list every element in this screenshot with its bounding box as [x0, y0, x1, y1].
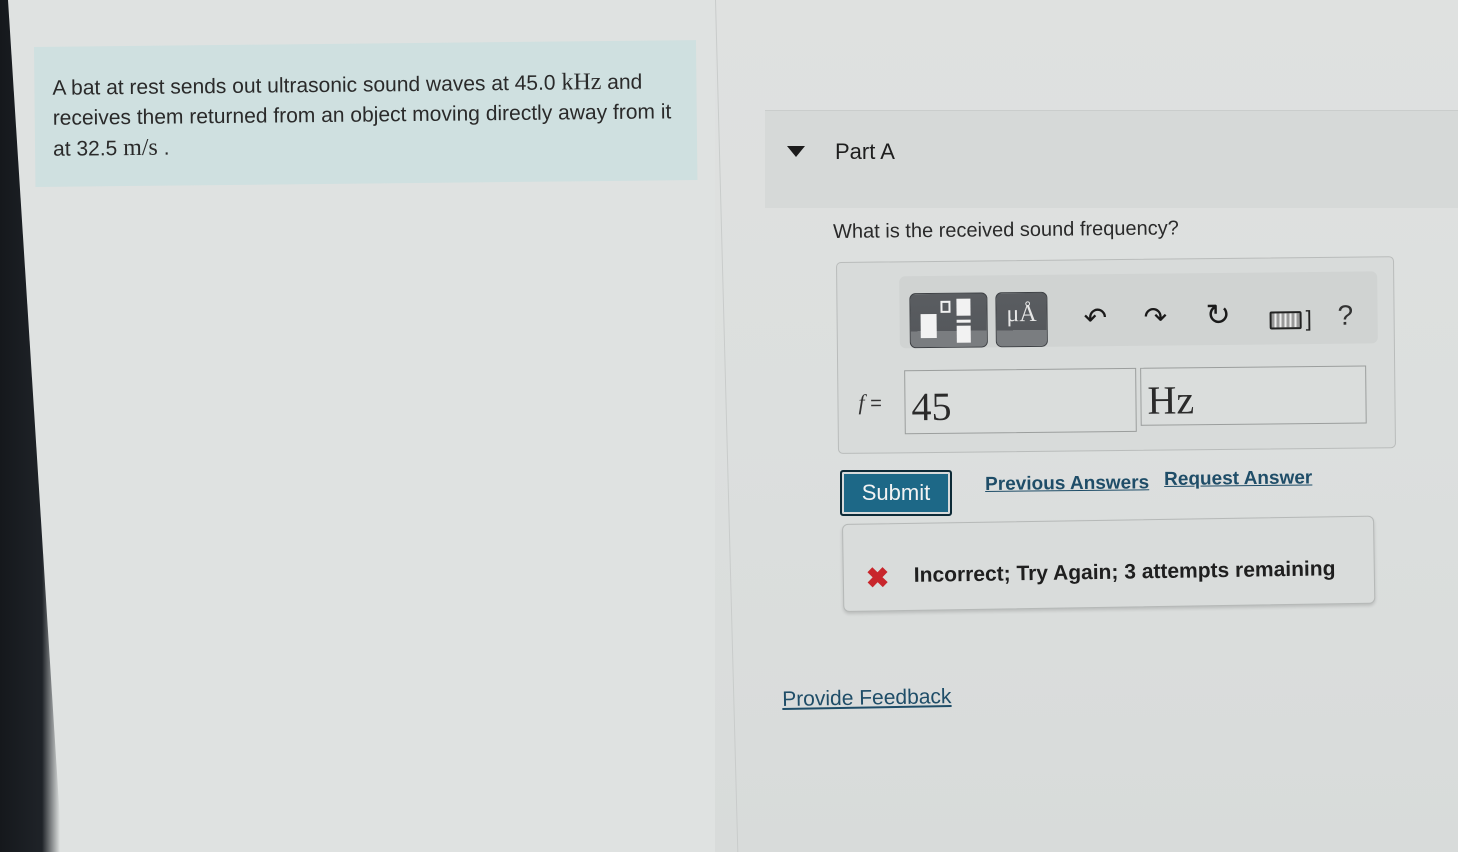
keyboard-icon[interactable] — [1269, 311, 1302, 330]
math-toolbar: μÅ ↶ ↷ ↻ ] ? — [899, 271, 1378, 349]
keyboard-bracket-icon: ] — [1305, 306, 1312, 332]
collapse-triangle-icon[interactable] — [787, 146, 805, 157]
variable-label: f = — [858, 390, 882, 416]
redo-icon[interactable]: ↷ — [1143, 302, 1167, 333]
screen: A bat at rest sends out ultrasonic sound… — [0, 0, 1458, 852]
question-text: What is the received sound frequency? — [833, 217, 1179, 243]
x-icon: ✖ — [865, 562, 890, 594]
units-icon: μÅ — [1006, 300, 1037, 328]
units-button[interactable]: μÅ — [995, 291, 1048, 348]
pane-divider — [715, 0, 766, 852]
problem-text-part-1: A bat at rest sends out ultrasonic sound… — [52, 71, 562, 100]
previous-answers-link[interactable]: Previous Answers — [985, 472, 1149, 496]
provide-feedback-link[interactable]: Provide Feedback — [782, 685, 952, 712]
reset-icon[interactable]: ↻ — [1205, 299, 1230, 332]
equals-sign: = — [870, 392, 882, 415]
problem-text: A bat at rest sends out ultrasonic sound… — [52, 66, 679, 165]
part-title[interactable]: Part A — [835, 139, 895, 165]
answer-card: μÅ ↶ ↷ ↻ ] ? f = — [836, 256, 1396, 454]
problem-text-part-3: . — [157, 136, 170, 160]
answer-unit-input[interactable] — [1140, 365, 1367, 426]
submit-button[interactable]: Submit — [840, 470, 952, 516]
undo-icon[interactable]: ↶ — [1083, 302, 1107, 333]
problem-statement: A bat at rest sends out ultrasonic sound… — [34, 40, 698, 187]
templates-button[interactable] — [909, 292, 988, 349]
feedback-message: Incorrect; Try Again; 3 attempts remaini… — [913, 557, 1336, 587]
help-button[interactable]: ? — [1337, 300, 1353, 332]
feedback-message-box: ✖ Incorrect; Try Again; 3 attempts remai… — [842, 515, 1376, 612]
variable-symbol: f — [858, 389, 865, 415]
speed-unit: m/s — [122, 134, 158, 162]
request-answer-link[interactable]: Request Answer — [1164, 467, 1312, 491]
frequency-unit: kHz — [561, 69, 602, 96]
answer-value-input[interactable] — [904, 367, 1137, 435]
